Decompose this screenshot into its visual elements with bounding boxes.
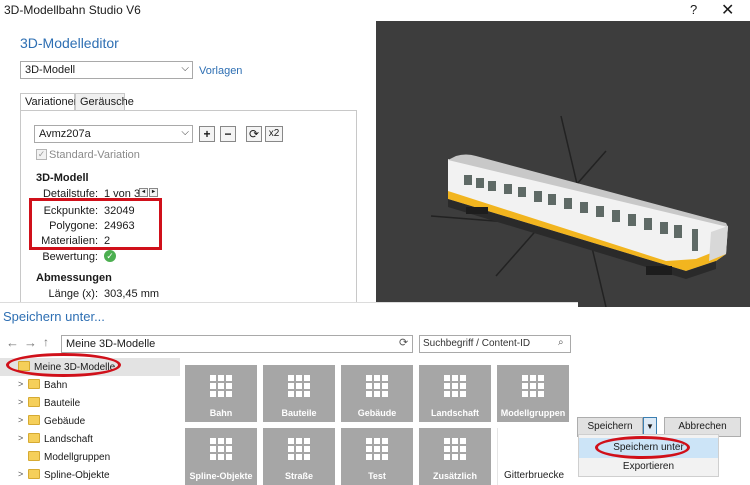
- folder-icon: [28, 433, 40, 443]
- variation-select[interactable]: Avmz207a ⌵: [34, 125, 193, 143]
- editor-title: 3D-Modelleditor: [20, 35, 119, 51]
- search-input[interactable]: Suchbegriff / Content-ID: [419, 335, 571, 353]
- grid-icon: [521, 374, 545, 398]
- folder-tile-label: Zusätzlich: [432, 471, 477, 481]
- folder-tile-label: Bahn: [209, 408, 233, 418]
- variation-value: Avmz207a: [39, 128, 91, 140]
- folder-tile-spline-objekte[interactable]: Spline-Objekte: [185, 428, 257, 485]
- model-type-value: 3D-Modell: [25, 64, 76, 76]
- window-title-bar: 3D-Modellbahn Studio V6 ? ✕: [0, 0, 750, 20]
- check-circle-icon: ✓: [104, 250, 116, 262]
- tree-item-label: Gebäude: [44, 416, 86, 427]
- help-icon[interactable]: ?: [690, 2, 697, 17]
- chevron-right-icon[interactable]: >: [18, 397, 23, 407]
- path-field[interactable]: Meine 3D-Modelle: [61, 335, 413, 353]
- folder-tile-gebaeude[interactable]: Gebäude: [341, 365, 413, 422]
- duplicate-button[interactable]: x2: [265, 126, 283, 142]
- 3d-viewport[interactable]: [376, 21, 750, 307]
- folder-tile-bahn[interactable]: Bahn: [185, 365, 257, 422]
- tree-item-label: Spline-Objekte: [44, 470, 110, 481]
- wagon-render: [430, 115, 728, 307]
- tree-item-landschaft[interactable]: > Landschaft: [0, 430, 180, 448]
- rating-label: Bewertung:: [42, 251, 98, 263]
- grid-icon: [365, 374, 389, 398]
- refresh-button[interactable]: ⟳: [246, 126, 262, 142]
- chevron-right-icon[interactable]: >: [18, 469, 23, 479]
- tab-variations[interactable]: Variationen: [20, 93, 80, 111]
- grid-icon: [209, 374, 233, 398]
- chevron-down-icon: ⌵: [181, 63, 189, 74]
- folder-tile-label: Bauteile: [281, 408, 317, 418]
- model-type-select[interactable]: 3D-Modell ⌵: [20, 61, 193, 79]
- grid-icon: [287, 374, 311, 398]
- tree-item-label: Bauteile: [44, 398, 81, 409]
- folder-icon: [28, 451, 40, 461]
- remove-variation-button[interactable]: −: [220, 126, 236, 142]
- path-value: Meine 3D-Modelle: [66, 338, 156, 350]
- detail-prev-icon[interactable]: ◂: [139, 188, 148, 197]
- folder-tile-landschaft[interactable]: Landschaft: [419, 365, 491, 422]
- grid-icon: [443, 374, 467, 398]
- close-icon[interactable]: ✕: [721, 0, 734, 20]
- folder-tile-modellgruppen[interactable]: Modellgruppen: [497, 365, 569, 422]
- tree-item-gebaeude[interactable]: > Gebäude: [0, 412, 180, 430]
- tree-item-label: Bahn: [44, 380, 68, 391]
- section-dimensions-heading: Abmessungen: [36, 272, 112, 284]
- folder-icon: [28, 469, 40, 479]
- folder-icon: [28, 379, 40, 389]
- grid-icon: [209, 437, 233, 461]
- add-variation-button[interactable]: +: [199, 126, 215, 142]
- folder-tile-label: Straße: [284, 471, 313, 481]
- search-icon[interactable]: ⌕: [558, 337, 564, 348]
- folder-icon: [28, 397, 40, 407]
- model-tile-gitterbruecke[interactable]: Gitterbruecke: [497, 428, 569, 485]
- tree-item-label: Landschaft: [44, 434, 93, 445]
- save-as-highlight-oval: [595, 436, 690, 459]
- chevron-down-icon: ⌵: [181, 127, 189, 138]
- caret-down-icon: ▼: [646, 422, 654, 431]
- section-model-heading: 3D-Modell: [36, 172, 89, 184]
- folder-tile-label: Modellgruppen: [500, 408, 566, 418]
- length-label: Länge (x):: [48, 288, 98, 300]
- save-as-dialog: Speichern unter... ← → ↑ Meine 3D-Modell…: [0, 302, 578, 485]
- tree-item-bauteile[interactable]: > Bauteile: [0, 394, 180, 412]
- tab-sounds[interactable]: Geräusche: [75, 93, 134, 111]
- chevron-right-icon[interactable]: >: [18, 415, 23, 425]
- refresh-icon[interactable]: ⟳: [399, 336, 408, 349]
- search-placeholder: Suchbegriff / Content-ID: [423, 338, 531, 349]
- tree-highlight-oval: [6, 353, 121, 377]
- standard-variation-checkbox[interactable]: ✓: [36, 149, 47, 160]
- folder-tile-strasse[interactable]: Straße: [263, 428, 335, 485]
- up-arrow-icon[interactable]: ↑: [43, 335, 49, 349]
- tree-item-spline-objekte[interactable]: > Spline-Objekte: [0, 466, 180, 484]
- folder-tile-bauteile[interactable]: Bauteile: [263, 365, 335, 422]
- tree-item-label: Modellgruppen: [44, 452, 111, 463]
- menu-item-export[interactable]: Exportieren: [579, 457, 718, 477]
- grid-icon: [287, 437, 311, 461]
- folder-icon: [28, 415, 40, 425]
- standard-variation-label: Standard-Variation: [49, 149, 140, 161]
- dialog-title: Speichern unter...: [3, 309, 105, 324]
- folder-grid: Bahn Bauteile Gebäude Landschaft Modellg…: [185, 365, 578, 485]
- chevron-right-icon[interactable]: >: [18, 433, 23, 443]
- tree-item-modellgruppen[interactable]: Modellgruppen: [0, 448, 180, 466]
- model-tile-label: Gitterbruecke: [503, 470, 565, 481]
- grid-icon: [365, 437, 389, 461]
- length-value: 303,45 mm: [104, 288, 160, 300]
- tree-item-bahn[interactable]: > Bahn: [0, 376, 180, 394]
- stats-highlight-box: [29, 198, 162, 250]
- folder-tile-test[interactable]: Test: [341, 428, 413, 485]
- folder-tile-label: Landschaft: [430, 408, 479, 418]
- folder-tile-label: Gebäude: [357, 408, 397, 418]
- back-arrow-icon[interactable]: ←: [6, 335, 19, 350]
- forward-arrow-icon[interactable]: →: [24, 335, 37, 350]
- grid-icon: [443, 437, 467, 461]
- folder-tile-label: Spline-Objekte: [189, 471, 253, 481]
- folder-tile-zusaetzlich[interactable]: Zusätzlich: [419, 428, 491, 485]
- presets-link[interactable]: Vorlagen: [199, 65, 242, 77]
- detail-next-icon[interactable]: ▸: [149, 188, 158, 197]
- window-title: 3D-Modellbahn Studio V6: [4, 3, 141, 17]
- chevron-right-icon[interactable]: >: [18, 379, 23, 389]
- folder-tile-label: Test: [368, 471, 386, 481]
